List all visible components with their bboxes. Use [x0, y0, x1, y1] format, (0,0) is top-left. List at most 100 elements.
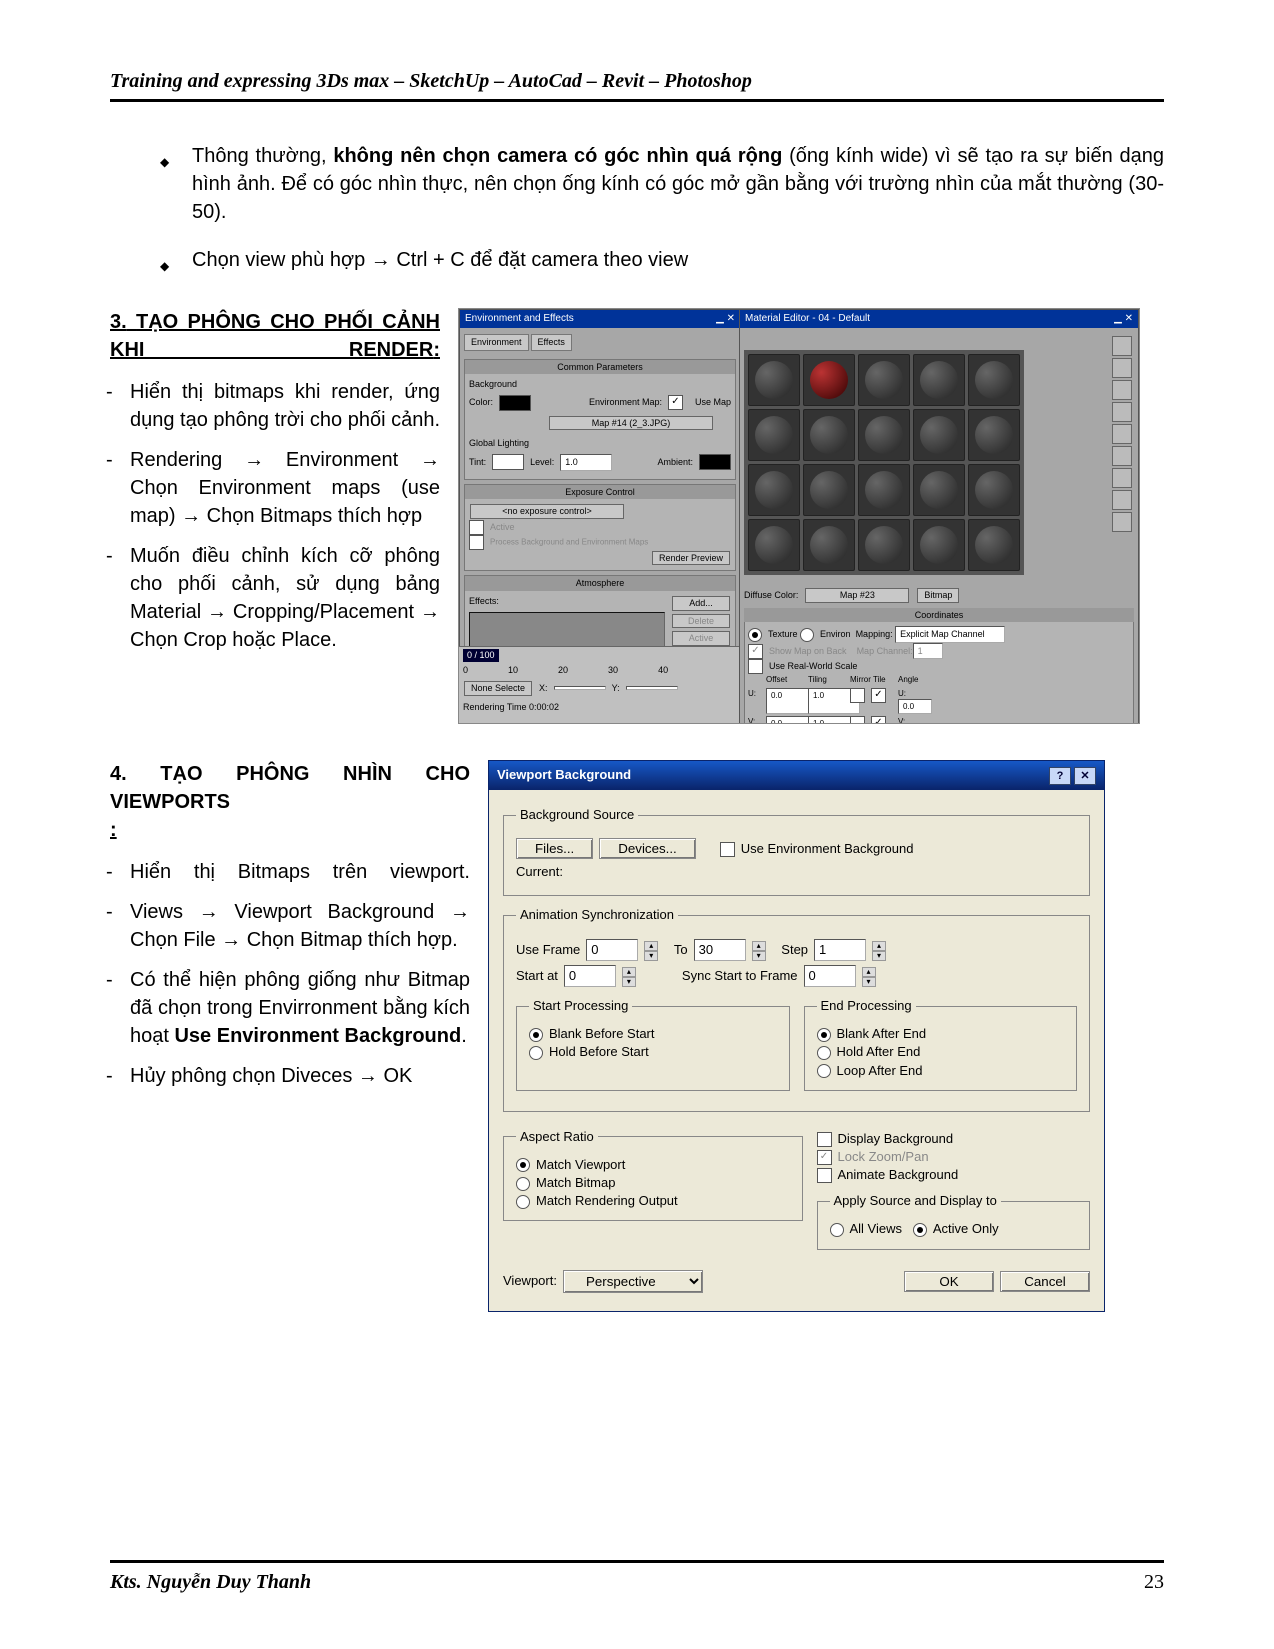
environment-panel: Environment and Effects▁ ✕ EnvironmentEf… — [459, 309, 741, 653]
checkbox[interactable] — [469, 520, 484, 535]
tool-icon[interactable] — [1112, 358, 1132, 378]
radio-hold-after[interactable] — [817, 1046, 831, 1060]
spinner-icon[interactable] — [862, 967, 876, 985]
legend: Aspect Ratio — [516, 1128, 598, 1146]
material-slot[interactable] — [858, 519, 910, 571]
mapchannel-input[interactable]: 1 — [913, 643, 943, 660]
tool-icon[interactable] — [1112, 446, 1132, 466]
spinner-icon[interactable] — [644, 941, 658, 959]
viewport-select[interactable]: Perspective — [563, 1270, 703, 1293]
material-slots[interactable] — [744, 350, 1024, 575]
checkbox[interactable] — [850, 716, 865, 724]
radio-blank-before[interactable] — [529, 1028, 543, 1042]
checkbox[interactable] — [748, 659, 763, 674]
material-slot[interactable] — [913, 464, 965, 516]
material-slot[interactable] — [803, 519, 855, 571]
text: Thông thường, — [192, 145, 333, 167]
radio-hold-before[interactable] — [529, 1046, 543, 1060]
material-slot[interactable] — [968, 409, 1020, 461]
env-map-button[interactable]: Map #14 (2_3.JPG) — [549, 416, 713, 431]
tool-icon[interactable] — [1112, 380, 1132, 400]
checkbox[interactable]: ✓ — [748, 644, 763, 659]
devices-button[interactable]: Devices... — [599, 838, 696, 859]
material-slot[interactable] — [858, 409, 910, 461]
material-slot[interactable] — [913, 519, 965, 571]
material-slot[interactable] — [968, 519, 1020, 571]
add-button[interactable]: Add... — [672, 596, 730, 611]
tool-icon[interactable] — [1112, 468, 1132, 488]
radio-match-render[interactable] — [516, 1195, 530, 1209]
x-input[interactable] — [554, 686, 606, 690]
checkbox[interactable]: ✓ — [871, 716, 886, 724]
ok-button[interactable]: OK — [904, 1271, 994, 1292]
checkbox-usemap[interactable]: ✓ — [668, 395, 683, 410]
render-preview-button[interactable]: Render Preview — [652, 551, 730, 566]
label: Hold After End — [837, 1044, 921, 1059]
checkbox[interactable] — [469, 535, 484, 550]
delete-button[interactable]: Delete — [672, 614, 730, 629]
window-controls[interactable]: ▁ ✕ — [1114, 312, 1133, 326]
map-name-button[interactable]: Map #23 — [805, 588, 909, 603]
u-angle[interactable]: 0.0 — [898, 699, 932, 714]
cancel-button[interactable]: Cancel — [1000, 1271, 1090, 1292]
material-slot[interactable] — [803, 354, 855, 406]
checkbox-lock-zoom[interactable]: ✓ — [817, 1150, 832, 1165]
material-slot[interactable] — [968, 464, 1020, 516]
useframe-input[interactable]: 0 — [586, 939, 638, 961]
radio-environ[interactable] — [800, 628, 814, 642]
active-button[interactable]: Active — [672, 631, 730, 646]
checkbox-display-bg[interactable] — [817, 1132, 832, 1147]
close-icon[interactable]: ✕ — [1074, 767, 1096, 785]
step-input[interactable]: 1 — [814, 939, 866, 961]
tool-icon[interactable] — [1112, 512, 1132, 532]
tool-icon[interactable] — [1112, 402, 1132, 422]
help-icon[interactable]: ? — [1049, 767, 1071, 785]
spinner-icon[interactable] — [752, 941, 766, 959]
checkbox-animate-bg[interactable] — [817, 1168, 832, 1183]
material-slot[interactable] — [803, 464, 855, 516]
to-input[interactable]: 30 — [694, 939, 746, 961]
checkbox[interactable]: ✓ — [871, 688, 886, 703]
label: Blank After End — [837, 1026, 927, 1041]
tab-effects[interactable]: Effects — [531, 334, 572, 351]
material-slot[interactable] — [803, 409, 855, 461]
radio-match-bitmap[interactable] — [516, 1177, 530, 1191]
ambient-swatch[interactable] — [699, 454, 731, 470]
exposure-select[interactable]: <no exposure control> — [470, 504, 624, 519]
window-controls[interactable]: ▁ ✕ — [716, 312, 735, 326]
mapping-select[interactable]: Explicit Map Channel — [895, 626, 1005, 643]
label: Y: — [612, 682, 620, 695]
material-slot[interactable] — [748, 464, 800, 516]
radio-texture[interactable] — [748, 628, 762, 642]
y-input[interactable] — [626, 686, 678, 690]
radio-match-viewport[interactable] — [516, 1158, 530, 1172]
spinner-icon[interactable] — [622, 967, 636, 985]
material-slot[interactable] — [748, 354, 800, 406]
material-slot[interactable] — [968, 354, 1020, 406]
radio-all-views[interactable] — [830, 1223, 844, 1237]
material-slot[interactable] — [748, 519, 800, 571]
tint-swatch[interactable] — [492, 454, 524, 470]
spinner-icon[interactable] — [872, 941, 886, 959]
files-button[interactable]: Files... — [516, 838, 593, 859]
tab-environment[interactable]: Environment — [464, 334, 529, 351]
material-slot[interactable] — [748, 409, 800, 461]
checkbox[interactable] — [850, 688, 865, 703]
material-slot[interactable] — [913, 409, 965, 461]
tool-icon[interactable] — [1112, 490, 1132, 510]
startat-input[interactable]: 0 — [564, 965, 616, 987]
tool-icon[interactable] — [1112, 424, 1132, 444]
radio-blank-after[interactable] — [817, 1028, 831, 1042]
section-heading-3: 3. TẠO PHÔNG CHO PHỐI CẢNH KHI RENDER: — [110, 308, 440, 364]
syncstart-input[interactable]: 0 — [804, 965, 856, 987]
bitmap-button[interactable]: Bitmap — [917, 588, 959, 603]
material-slot[interactable] — [913, 354, 965, 406]
checkbox-use-env-bg[interactable] — [720, 842, 735, 857]
color-swatch[interactable] — [499, 395, 531, 411]
level-input[interactable]: 1.0 — [560, 454, 612, 471]
tool-icon[interactable] — [1112, 336, 1132, 356]
material-slot[interactable] — [858, 354, 910, 406]
material-slot[interactable] — [858, 464, 910, 516]
radio-loop-after[interactable] — [817, 1064, 831, 1078]
radio-active-only[interactable] — [913, 1223, 927, 1237]
